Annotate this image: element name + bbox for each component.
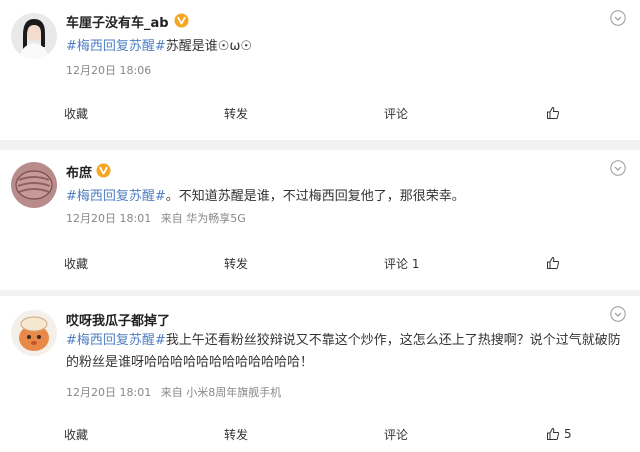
post-content: #梅西回复苏醒#我上午还看粉丝狡辩说又不靠这个炒作，这怎么还上了热搜啊？说个过气… bbox=[66, 330, 628, 374]
hashtag-link[interactable]: #梅西回复苏醒# bbox=[66, 189, 166, 204]
hashtag-link[interactable]: #梅西回复苏醒# bbox=[66, 39, 166, 54]
post-text: 苏醒是谁☉ω☉ bbox=[165, 39, 252, 54]
chevron-down-icon[interactable] bbox=[610, 10, 626, 26]
thumbs-up-icon bbox=[547, 107, 560, 119]
action-bar: 收藏 转发 评论 1 bbox=[0, 248, 640, 278]
chevron-down-icon[interactable] bbox=[610, 306, 626, 322]
post-time[interactable]: 12月20日 18:01 bbox=[66, 386, 151, 399]
like-button[interactable]: 5 bbox=[546, 419, 572, 449]
verified-badge-icon bbox=[174, 13, 189, 28]
comment-button[interactable]: 评论 bbox=[384, 98, 408, 128]
favorite-button[interactable]: 收藏 bbox=[64, 419, 88, 449]
forward-button[interactable]: 转发 bbox=[224, 419, 248, 449]
weibo-comment-card: 哎呀我瓜子都掉了 #梅西回复苏醒#我上午还看粉丝狡辩说又不靠这个炒作，这怎么还上… bbox=[0, 296, 640, 452]
favorite-button[interactable]: 收藏 bbox=[64, 98, 88, 128]
avatar[interactable] bbox=[11, 162, 57, 208]
post-meta: 12月20日 18:06 bbox=[66, 62, 157, 78]
username[interactable]: 哎呀我瓜子都掉了 bbox=[66, 310, 170, 329]
weibo-comment-card: 车厘子没有车_ab #梅西回复苏醒#苏醒是谁☉ω☉ 12月20日 18:06 收… bbox=[0, 0, 640, 140]
avatar[interactable] bbox=[11, 310, 57, 356]
post-content: #梅西回复苏醒#苏醒是谁☉ω☉ bbox=[66, 36, 628, 58]
verified-badge-icon bbox=[96, 163, 111, 178]
forward-button[interactable]: 转发 bbox=[224, 98, 248, 128]
post-meta: 12月20日 18:01 来自 小米8周年旗舰手机 bbox=[66, 384, 287, 400]
like-button[interactable] bbox=[546, 248, 564, 278]
avatar[interactable] bbox=[11, 13, 57, 59]
thumbs-up-icon bbox=[547, 428, 560, 440]
post-time[interactable]: 12月20日 18:01 bbox=[66, 212, 151, 225]
action-bar: 收藏 转发 评论 5 bbox=[0, 419, 640, 449]
weibo-comment-card: 布庶 #梅西回复苏醒#。不知道苏醒是谁，不过梅西回复他了，那很荣幸。 12月20… bbox=[0, 150, 640, 290]
post-source: 来自 小米8周年旗舰手机 bbox=[160, 386, 282, 399]
post-meta: 12月20日 18:01 来自 华为畅享5G bbox=[66, 210, 252, 226]
thumbs-up-icon bbox=[547, 257, 560, 269]
post-time[interactable]: 12月20日 18:06 bbox=[66, 64, 151, 77]
comment-button[interactable]: 评论 bbox=[384, 419, 408, 449]
comment-button[interactable]: 评论 1 bbox=[384, 248, 419, 278]
post-source: 来自 华为畅享5G bbox=[160, 212, 246, 225]
favorite-button[interactable]: 收藏 bbox=[64, 248, 88, 278]
hashtag-link[interactable]: #梅西回复苏醒# bbox=[66, 333, 166, 348]
action-bar: 收藏 转发 评论 bbox=[0, 98, 640, 128]
like-button[interactable] bbox=[546, 98, 564, 128]
forward-button[interactable]: 转发 bbox=[224, 248, 248, 278]
username[interactable]: 布庶 bbox=[66, 162, 92, 181]
post-text: 。不知道苏醒是谁，不过梅西回复他了，那很荣幸。 bbox=[165, 189, 465, 204]
chevron-down-icon[interactable] bbox=[610, 160, 626, 176]
username[interactable]: 车厘子没有车_ab bbox=[66, 12, 169, 31]
like-count: 5 bbox=[564, 427, 572, 441]
post-content: #梅西回复苏醒#。不知道苏醒是谁，不过梅西回复他了，那很荣幸。 bbox=[66, 186, 628, 208]
